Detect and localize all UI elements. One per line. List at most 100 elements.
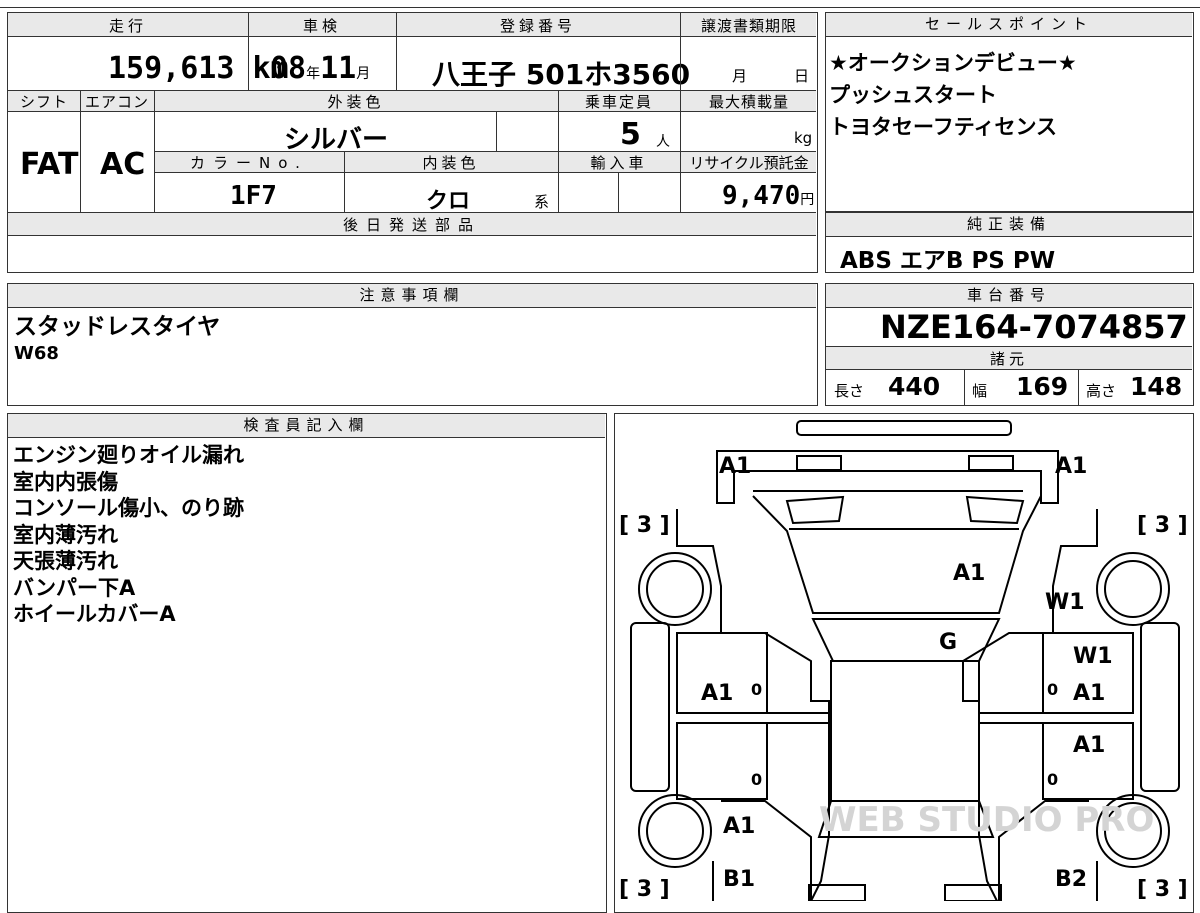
height-value: 148	[1130, 372, 1183, 401]
zero-mark: 0	[1047, 770, 1058, 789]
deadline-day-unit: 日	[794, 67, 810, 85]
later-parts-label: 後日発送部品	[342, 216, 481, 234]
inspector-notes-header: 検査員記入欄	[8, 414, 605, 438]
mileage-value-wrap: 159,613 km	[108, 51, 289, 86]
sales-point: プッシュスタート	[829, 83, 997, 107]
genuine-equipment-box: 純正装備 ABS エアB PS PW	[825, 212, 1194, 274]
mark-front-right: A1	[1055, 454, 1087, 479]
inspector-note: 室内薄汚れ	[13, 522, 118, 547]
windshield	[811, 618, 1001, 662]
fog-lamp-right	[968, 455, 1014, 471]
sales-points-header: セールスポイント	[826, 13, 1192, 37]
mark-right-rear-door: A1	[1073, 733, 1105, 758]
registration-label: 登録番号	[499, 17, 576, 35]
aircon-label: エアコン	[84, 93, 149, 111]
notes-box: 注意事項欄 スタッドレスタイヤ W68	[7, 283, 818, 406]
damage-diagram-box: [ 3 ] [ 3 ] [ 3 ] [ 3 ] A1 A1 A1 W1 G W1…	[614, 413, 1194, 913]
specs-label: 諸元	[989, 350, 1028, 368]
divider	[344, 151, 345, 212]
length-label: 長さ	[834, 382, 865, 400]
inspector-notes-box: 検査員記入欄 エンジン廻りオイル漏れ 室内内張傷 コンソール傷小、のり跡 室内薄…	[7, 413, 607, 913]
right-door-divider	[979, 712, 1133, 724]
mark-windshield: G	[939, 630, 957, 655]
rear-quarter	[712, 861, 1098, 901]
exterior-label: 外装色	[327, 93, 385, 111]
mark-rear-right: B2	[1055, 867, 1087, 892]
inspector-note: バンパー下A	[13, 575, 136, 600]
note-line: W68	[14, 343, 59, 364]
divider	[396, 13, 397, 90]
mark-right-fender: W1	[1045, 590, 1085, 615]
zero-mark: 0	[751, 680, 762, 699]
sales-point: ★オークションデビュー★	[829, 51, 1077, 75]
zero-mark: 0	[1047, 680, 1058, 699]
wheel-front-left-inner	[646, 560, 704, 618]
wheel-rear-left	[638, 794, 712, 868]
width-label: 幅	[972, 382, 988, 400]
mileage-value: 159,613	[108, 51, 235, 86]
notes-header: 注意事項欄	[8, 284, 816, 308]
mark-right-front-door: A1	[1073, 681, 1105, 706]
notes-list: スタッドレスタイヤ W68	[14, 312, 220, 366]
divider	[80, 90, 81, 212]
max-load-unit: kg	[794, 129, 813, 147]
headlight-left	[785, 495, 845, 525]
divider	[1078, 370, 1079, 406]
divider	[618, 173, 619, 212]
note-line: スタッドレスタイヤ	[14, 314, 221, 340]
import-label: 輸入車	[590, 154, 648, 172]
left-sill	[630, 622, 670, 792]
interior-suffix: 系	[534, 193, 550, 211]
wheel-front-right	[1096, 552, 1170, 626]
roof	[830, 660, 980, 802]
divider	[680, 13, 681, 212]
genuine-equipment-header: 純正装備	[826, 213, 1192, 237]
front-bumper	[716, 450, 1059, 504]
inspection-label: 車検	[302, 17, 341, 35]
shift-label: シフト	[19, 93, 68, 111]
inspector-notes-list: エンジン廻りオイル漏れ 室内内張傷 コンソール傷小、のり跡 室内薄汚れ 天張薄汚…	[13, 442, 244, 628]
watermark: WEB STUDIO PRO	[819, 800, 1154, 840]
width-value: 169	[1016, 372, 1069, 401]
chassis-number-value: NZE164-7074857	[880, 308, 1188, 346]
registration-value: 八王子 501ホ3560	[432, 58, 691, 91]
inspection-year: 08	[270, 51, 307, 86]
tread-front-right: [ 3 ]	[1137, 513, 1188, 538]
front-bumper-lip	[796, 420, 1012, 436]
month-unit: 月	[356, 66, 371, 82]
sales-point: トヨタセーフティセンス	[829, 115, 1058, 139]
length-value: 440	[888, 372, 941, 401]
color-no-value: 1F7	[230, 181, 277, 211]
divider	[964, 370, 965, 406]
left-door-divider	[677, 712, 829, 724]
inspector-note: コンソール傷小、のり跡	[13, 496, 244, 520]
inspector-note: 室内内張傷	[13, 469, 118, 494]
max-load-label: 最大積載量	[708, 93, 789, 111]
year-unit: 年	[306, 66, 321, 82]
car-diagram: [ 3 ] [ 3 ] [ 3 ] [ 3 ] A1 A1 A1 W1 G W1…	[619, 420, 1188, 901]
hood-outline	[752, 495, 1042, 614]
divider	[558, 90, 559, 212]
mileage-label: 走行	[108, 17, 147, 35]
mark-front-left: A1	[719, 454, 751, 479]
capacity-unit: 人	[656, 134, 670, 150]
recycle-value: 9,470円	[722, 181, 814, 211]
genuine-equipment-value: ABS エアB PS PW	[840, 248, 1056, 274]
interior-label: 内装色	[422, 154, 480, 172]
divider	[154, 90, 155, 212]
recycle-amount: 9,470	[722, 181, 801, 211]
recycle-label: リサイクル預託金	[689, 154, 809, 172]
mark-rear-left: B1	[723, 867, 755, 892]
mark-left-rear-fender: A1	[723, 814, 755, 839]
zero-mark: 0	[751, 770, 762, 789]
recycle-unit: 円	[800, 192, 815, 208]
divider	[248, 13, 249, 90]
divider	[496, 112, 497, 151]
deadline-month-unit: 月	[732, 67, 748, 85]
headlight-right	[965, 495, 1025, 525]
mark-left-front-door: A1	[701, 681, 733, 706]
aircon-value: AC	[100, 147, 146, 182]
fog-lamp-left	[796, 455, 842, 471]
tread-rear-left: [ 3 ]	[619, 877, 670, 901]
wheel-rear-left-inner	[646, 802, 704, 860]
